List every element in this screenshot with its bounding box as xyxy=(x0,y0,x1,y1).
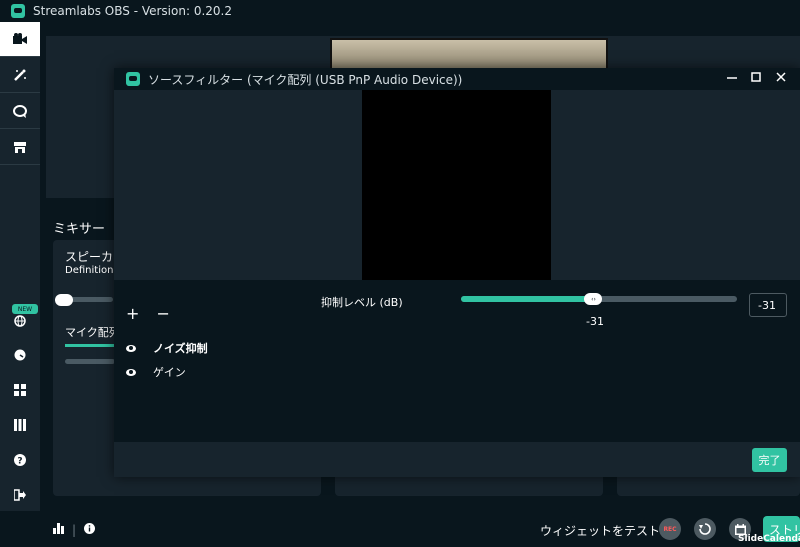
svg-text:?: ? xyxy=(17,457,22,467)
filter-name: ノイズ抑制 xyxy=(153,342,208,355)
replay-icon xyxy=(699,523,711,535)
chat-icon xyxy=(13,104,27,118)
sidebar-item-help[interactable]: ? xyxy=(0,443,40,477)
grid-icon xyxy=(14,384,26,396)
info-icon[interactable] xyxy=(84,523,95,537)
globe-icon xyxy=(14,315,26,327)
remove-filter-button[interactable]: − xyxy=(157,304,170,323)
done-button[interactable]: 完了 xyxy=(752,448,787,472)
sidebar-item-themes[interactable] xyxy=(0,338,40,372)
camera-icon xyxy=(13,33,27,44)
stats-icon[interactable] xyxy=(53,523,65,537)
dialog-body xyxy=(114,280,800,442)
maximize-icon[interactable] xyxy=(748,71,764,86)
filter-item-gain[interactable]: ゲイン xyxy=(126,364,186,380)
close-icon[interactable] xyxy=(773,71,789,86)
eye-icon[interactable] xyxy=(126,368,136,376)
sidebar-item-layout[interactable] xyxy=(0,373,40,407)
watermark: SlideCalenda xyxy=(738,534,800,544)
slider-fill xyxy=(461,296,594,302)
filter-preview xyxy=(362,90,551,280)
add-filter-button[interactable]: + xyxy=(126,304,139,323)
mixer-volume-thumb[interactable] xyxy=(55,294,73,306)
dialog-title: ソースフィルター (マイク配列 (USB PnP Audio Device)) xyxy=(148,72,463,87)
preview-video xyxy=(330,38,608,70)
sidebar-item-studio[interactable] xyxy=(0,22,40,56)
mixer-source-name-2: マイク配列 xyxy=(65,326,120,339)
sidebar-item-new-feature[interactable] xyxy=(0,304,40,338)
divider: | xyxy=(72,523,77,537)
mixer-level-meter xyxy=(65,344,115,347)
suppression-level-label: 抑制レベル (dB) xyxy=(321,296,403,309)
dialog-titlebar: ソースフィルター (マイク配列 (USB PnP Audio Device)) xyxy=(114,68,800,90)
help-icon: ? xyxy=(14,454,26,466)
slider-thumb[interactable]: ‹› xyxy=(584,293,603,305)
filter-name: ゲイン xyxy=(153,366,186,379)
app-title: Streamlabs OBS - Version: 0.20.2 xyxy=(33,4,232,18)
mixer-title: ミキサー xyxy=(53,222,106,237)
columns-icon xyxy=(14,419,26,431)
suppression-level-slider[interactable]: ‹› xyxy=(461,293,737,305)
suppression-level-input[interactable]: -31 xyxy=(749,293,787,317)
store-icon xyxy=(14,141,26,153)
filter-tools: + − xyxy=(126,304,182,323)
app-titlebar: Streamlabs OBS - Version: 0.20.2 xyxy=(0,0,800,22)
calendar-icon xyxy=(734,523,746,535)
sidebar-item-store[interactable] xyxy=(0,130,40,164)
mixer-volume-slider-2[interactable] xyxy=(65,359,115,364)
logout-icon xyxy=(14,489,26,501)
test-widgets-button[interactable]: ウィジェットをテスト xyxy=(540,522,660,539)
minimize-icon[interactable] xyxy=(724,71,740,86)
streamlabs-logo-icon xyxy=(11,4,25,18)
eye-icon[interactable] xyxy=(126,344,136,352)
streamlabs-logo-icon xyxy=(126,72,140,86)
source-filters-dialog: ソースフィルター (マイク配列 (USB PnP Audio Device)) … xyxy=(114,68,800,477)
rec-button[interactable]: REC xyxy=(659,518,681,540)
sidebar-item-editor[interactable] xyxy=(0,58,40,92)
sidebar: NEW ? xyxy=(0,22,40,547)
replay-button[interactable] xyxy=(694,518,716,540)
sidebar-item-columns[interactable] xyxy=(0,408,40,442)
sidebar-item-logout[interactable] xyxy=(0,478,40,512)
slider-value-tooltip: -31 xyxy=(586,315,604,328)
wand-icon xyxy=(14,69,26,81)
filter-item-noise-suppression[interactable]: ノイズ抑制 xyxy=(126,340,208,356)
dial-icon xyxy=(14,349,26,361)
sidebar-item-dashboard[interactable] xyxy=(0,94,40,128)
